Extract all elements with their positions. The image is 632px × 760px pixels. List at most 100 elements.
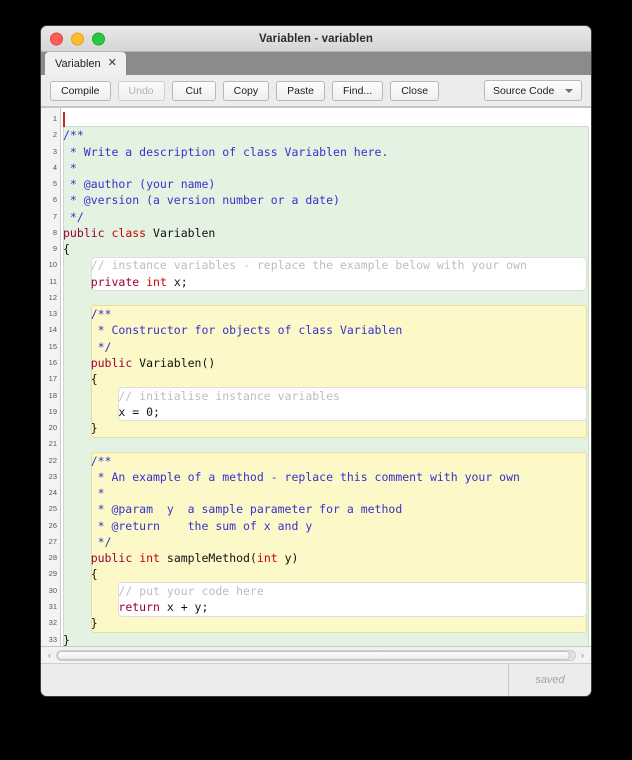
line-number: 18 — [48, 390, 57, 400]
code-token: // put your code here — [63, 583, 264, 598]
tab-variablen[interactable]: Variablen ✕ — [45, 52, 126, 75]
code-line: * @param y a sample parameter for a meth… — [61, 501, 591, 517]
code-token: x + y; — [159, 599, 209, 614]
code-line: public int sampleMethod(int y) — [61, 550, 591, 566]
line-number: 5 — [52, 179, 57, 189]
code-token: */ — [63, 534, 112, 549]
code-line: return x + y; — [61, 599, 591, 615]
maximize-window-button[interactable] — [92, 32, 105, 45]
code-token: * @param y a sample parameter for a meth… — [63, 502, 403, 517]
code-token: */ — [63, 209, 84, 224]
code-token: 0 — [146, 404, 154, 419]
code-line: * — [61, 160, 591, 176]
line-number: 8 — [52, 227, 57, 237]
scrollbar-track[interactable] — [56, 649, 576, 661]
scroll-left-icon[interactable]: ‹ — [43, 650, 56, 660]
toolbar-paste-button[interactable]: Paste — [276, 80, 325, 101]
code-text-area[interactable]: /** * Write a description of class Varia… — [61, 108, 591, 646]
line-number: 15 — [48, 341, 57, 351]
line-number: 28 — [48, 553, 57, 563]
code-token: public — [63, 225, 105, 240]
code-token: * Write a description of class Variablen… — [63, 144, 389, 159]
code-line: * @return the sum of x and y — [61, 518, 591, 534]
code-token: * — [63, 486, 105, 501]
code-token: * — [63, 160, 77, 175]
code-token: } — [63, 616, 98, 631]
editor-toolbar: Compile Undo Cut Copy Paste Find... Close Sour… — [41, 75, 591, 107]
toolbar-find-button[interactable]: Find... — [332, 80, 384, 101]
toolbar-cut-button[interactable]: Cut — [171, 80, 216, 101]
code-line: /** — [61, 453, 591, 469]
status-message — [41, 664, 509, 696]
code-token: Variablen() — [132, 355, 216, 370]
horizontal-scrollbar[interactable]: ‹ › — [41, 646, 591, 663]
code-token: return — [118, 599, 160, 614]
toolbar-copy-button[interactable]: Copy — [222, 80, 270, 101]
code-line: // put your code here — [61, 583, 591, 599]
line-number: 10 — [48, 260, 57, 270]
code-token: * Constructor for objects of class Varia… — [63, 323, 403, 338]
code-editor[interactable]: 1 2 3 4 5 6 7 8 9 10 11 12 13 14 15 16 17 18 19 20 21 22 23 24 2… — [41, 107, 591, 646]
toolbar-compile-button[interactable]: Compile — [50, 80, 111, 101]
code-line: * @author (your name) — [61, 176, 591, 192]
code-token: int — [146, 274, 167, 289]
line-number: 29 — [48, 569, 57, 579]
view-select-dropdown[interactable]: Source Code — [484, 80, 582, 101]
code-line: { — [61, 371, 591, 387]
window-title: Variablen - variablen — [259, 32, 373, 45]
line-number: 24 — [48, 488, 57, 498]
line-number: 22 — [48, 455, 57, 465]
code-line: private int x; — [61, 274, 591, 290]
minimize-window-button[interactable] — [71, 32, 84, 45]
code-line: /** — [61, 306, 591, 322]
line-number: 4 — [52, 162, 57, 172]
code-token: } — [63, 632, 70, 647]
code-line: */ — [61, 339, 591, 355]
line-number: 31 — [48, 601, 57, 611]
close-window-button[interactable] — [50, 32, 63, 45]
line-number: 7 — [52, 211, 57, 221]
toolbar-close-button[interactable]: Close — [390, 80, 440, 101]
code-line: * @version (a version number or a date) — [61, 192, 591, 208]
code-line: */ — [61, 209, 591, 225]
code-token: y) — [277, 551, 299, 566]
code-token: Variablen — [146, 225, 216, 240]
code-token: private — [90, 274, 140, 289]
code-line: x = 0; — [61, 404, 591, 420]
code-token: // initialise instance variables — [63, 388, 340, 403]
code-line: */ — [61, 534, 591, 550]
code-token: */ — [63, 339, 112, 354]
code-line: // initialise instance variables — [61, 388, 591, 404]
code-token: x = — [63, 404, 147, 419]
close-icon[interactable]: ✕ — [108, 58, 117, 69]
line-number: 2 — [52, 130, 57, 140]
scrollbar-thumb[interactable] — [57, 650, 570, 660]
code-line: /** — [61, 127, 591, 143]
tab-label: Variablen — [55, 57, 101, 70]
code-line: * — [61, 485, 591, 501]
line-number: 16 — [48, 357, 57, 367]
code-line: { — [61, 241, 591, 257]
code-line: * Constructor for objects of class Varia… — [61, 322, 591, 338]
code-token: * @author (your name) — [63, 177, 216, 192]
view-select-value: Source Code — [493, 84, 555, 97]
code-token: public — [90, 551, 133, 566]
chevron-down-icon — [565, 88, 573, 93]
code-token: // instance variables - replace the exam… — [63, 258, 527, 273]
code-line: * Write a description of class Variablen… — [61, 144, 591, 160]
line-number: 1 — [52, 114, 57, 123]
code-token: x; — [166, 274, 188, 289]
code-line: } — [61, 420, 591, 436]
code-token: /** — [63, 307, 112, 322]
toolbar-button-group: Compile Undo Cut Copy Paste Find... Close — [50, 80, 440, 101]
code-lines: /** * Write a description of class Varia… — [61, 111, 591, 646]
line-number: 32 — [48, 618, 57, 628]
scroll-right-icon[interactable]: › — [576, 650, 589, 660]
